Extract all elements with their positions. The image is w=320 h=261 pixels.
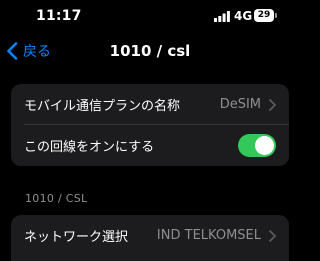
page-title: 1010 / csl xyxy=(109,42,191,60)
signal-icon xyxy=(214,11,230,22)
battery-level: 29 xyxy=(254,9,274,22)
plan-settings-group: モバイル通信プランの名称 DeSIM この回線をオンにする xyxy=(11,84,289,166)
settings-screen: 11:17 4G 29 戻る 1010 / csl モバイル通信プランの名称 D… xyxy=(0,0,300,261)
line-enable-label: この回線をオンにする xyxy=(24,140,155,155)
line-enable-row: この回線をオンにする xyxy=(11,125,289,166)
network-type: 4G xyxy=(234,9,253,23)
carrier-settings-group: ネットワーク選択 IND TELKOMSEL xyxy=(11,215,289,261)
chevron-right-icon xyxy=(269,98,276,111)
toggle-knob xyxy=(255,136,274,155)
navigation-bar: 戻る 1010 / csl xyxy=(0,34,300,68)
battery-icon: 29 xyxy=(254,9,278,22)
status-time: 11:17 xyxy=(36,8,82,24)
network-selection-label: ネットワーク選択 xyxy=(24,230,129,245)
plan-name-value: DeSIM xyxy=(219,97,261,112)
section-header: 1010 / CSL xyxy=(25,192,88,205)
plan-name-row[interactable]: モバイル通信プランの名称 DeSIM xyxy=(11,84,289,125)
battery-tip xyxy=(275,13,277,18)
plan-name-label: モバイル通信プランの名称 xyxy=(24,99,181,114)
status-bar: 11:17 4G 29 xyxy=(0,0,300,30)
line-enable-toggle[interactable] xyxy=(238,134,276,157)
network-selection-row[interactable]: ネットワーク選択 IND TELKOMSEL xyxy=(11,215,289,256)
chevron-right-icon xyxy=(269,229,276,242)
network-selection-value: IND TELKOMSEL xyxy=(156,228,261,243)
